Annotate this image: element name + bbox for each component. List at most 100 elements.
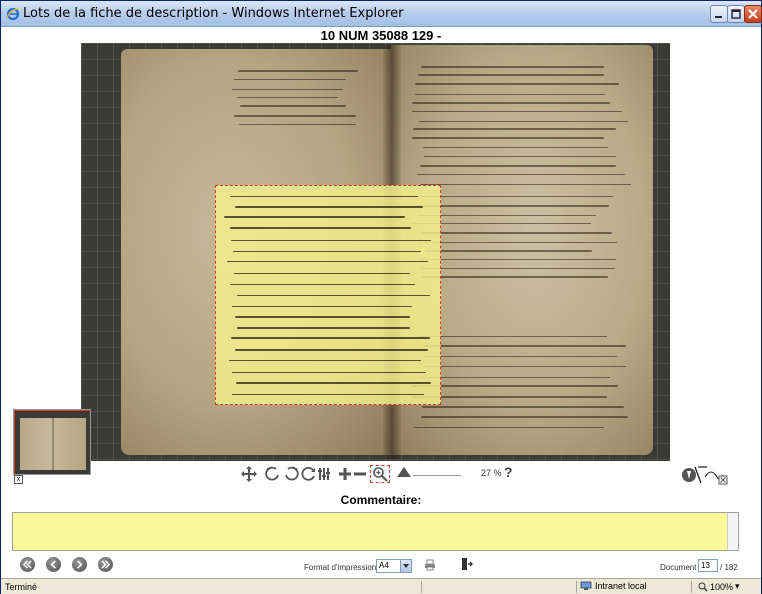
handwriting-stroke	[231, 393, 425, 396]
zoom-slider[interactable]	[397, 467, 461, 479]
slider-handle-icon[interactable]	[397, 467, 411, 477]
comment-scrollbar[interactable]	[727, 513, 738, 550]
handwriting-stroke	[424, 365, 626, 368]
window-title: Lots de la fiche de description - Window…	[23, 6, 404, 21]
print-format-label: Format d'impression:	[304, 563, 379, 572]
rotate-180-tool[interactable]	[300, 465, 318, 483]
help-button[interactable]: ?	[504, 464, 513, 480]
handwriting-stroke	[237, 294, 430, 297]
handwriting-stroke	[421, 66, 605, 68]
handwriting-stroke	[422, 345, 627, 347]
close-icon	[748, 9, 758, 19]
handwriting-stroke	[226, 260, 428, 263]
handwriting-stroke	[419, 376, 611, 379]
handwriting-stroke	[424, 250, 592, 252]
handwriting-stroke	[411, 110, 623, 113]
handwriting-stroke	[224, 216, 405, 218]
page-zoom[interactable]: 100% ▾	[698, 581, 740, 592]
move-icon	[241, 466, 257, 482]
zoom-in-tool[interactable]	[337, 465, 353, 483]
maximize-button[interactable]	[727, 5, 745, 23]
handwriting-stroke	[232, 371, 426, 374]
minimize-button[interactable]	[710, 5, 728, 23]
zoom-select-tool[interactable]	[370, 465, 390, 483]
handwriting-stroke	[419, 120, 629, 123]
security-zone[interactable]: Intranet local	[580, 581, 647, 591]
handwriting-stroke	[419, 165, 616, 167]
archive-logo-icon	[682, 466, 728, 485]
maximize-icon	[731, 9, 741, 19]
previous-page-button[interactable]	[46, 557, 61, 572]
handwriting-stroke	[416, 173, 625, 176]
thumbnail-viewport[interactable]	[14, 410, 90, 474]
exit-icon[interactable]	[461, 557, 473, 571]
handwriting-stroke	[232, 88, 344, 91]
zoom-percent: 27 %	[481, 468, 502, 478]
rotate-left-icon	[265, 466, 279, 481]
handwriting-stroke	[422, 276, 609, 278]
comment-field[interactable]	[12, 512, 739, 551]
chevron-down-icon[interactable]	[400, 560, 411, 572]
handwriting-stroke	[233, 272, 411, 275]
handwriting-stroke	[229, 195, 419, 198]
chevron-left-icon	[50, 560, 56, 569]
manuscript-image	[121, 45, 661, 459]
print-format-value: A4	[379, 561, 389, 570]
handwriting-stroke	[411, 195, 614, 198]
handwriting-stroke	[418, 74, 605, 76]
print-format-select[interactable]: A4	[376, 559, 412, 573]
chevron-down-icon[interactable]: ▾	[735, 581, 740, 592]
handwriting-stroke	[420, 232, 613, 234]
handwriting-stroke	[420, 416, 628, 418]
close-button[interactable]	[744, 5, 762, 23]
status-divider	[691, 581, 692, 593]
handwriting-stroke	[417, 241, 617, 244]
handwriting-stroke	[230, 337, 431, 339]
comment-label: Commentaire:	[340, 493, 422, 507]
plus-icon	[339, 468, 351, 480]
handwriting-stroke	[235, 349, 428, 351]
last-page-button[interactable]	[98, 557, 113, 572]
handwriting-stroke	[414, 205, 610, 207]
handwriting-stroke	[238, 123, 356, 126]
security-zone-label: Intranet local	[595, 581, 647, 591]
status-divider	[576, 581, 577, 593]
next-page-button[interactable]	[72, 557, 87, 572]
adjust-tool[interactable]	[317, 465, 331, 483]
selection-area[interactable]	[215, 185, 441, 405]
handwriting-stroke	[417, 214, 596, 217]
handwriting-stroke	[423, 146, 608, 149]
ie-window: Lots de la fiche de description - Window…	[0, 0, 762, 594]
minus-icon	[354, 472, 366, 476]
thumbnail-close-button[interactable]: x	[14, 475, 23, 484]
move-tool[interactable]	[239, 465, 259, 483]
handwriting-stroke	[237, 70, 358, 72]
handwriting-stroke	[418, 335, 608, 338]
handwriting-stroke	[414, 83, 619, 85]
document-label: Document	[660, 563, 697, 572]
handwriting-stroke	[419, 258, 616, 261]
document-number-input[interactable]	[698, 559, 718, 572]
handwriting-stroke	[412, 102, 611, 104]
handwriting-stroke	[232, 305, 413, 308]
minimize-icon	[715, 16, 722, 18]
handwriting-stroke	[420, 183, 631, 186]
handwriting-stroke	[236, 96, 338, 99]
slider-track	[413, 475, 461, 476]
handwriting-stroke	[230, 227, 412, 229]
archive-logo	[681, 463, 729, 485]
rotate-right-tool[interactable]	[282, 465, 300, 483]
handwriting-stroke	[423, 155, 616, 158]
printer-icon[interactable]	[424, 559, 436, 571]
magnifier-icon	[373, 467, 388, 482]
first-page-button[interactable]	[20, 557, 35, 572]
thumbnail-navigator[interactable]	[13, 409, 91, 475]
image-viewer[interactable]	[81, 43, 670, 461]
zoom-out-tool[interactable]	[353, 465, 367, 483]
document-title: 10 NUM 35088 129 -	[320, 28, 442, 43]
status-text: Terminé	[5, 582, 38, 592]
status-bar: Terminé Intranet local 100% ▾	[1, 578, 761, 594]
zoom-icon	[698, 582, 708, 591]
rotate-left-tool[interactable]	[264, 465, 282, 483]
document-total: / 182	[720, 563, 738, 572]
